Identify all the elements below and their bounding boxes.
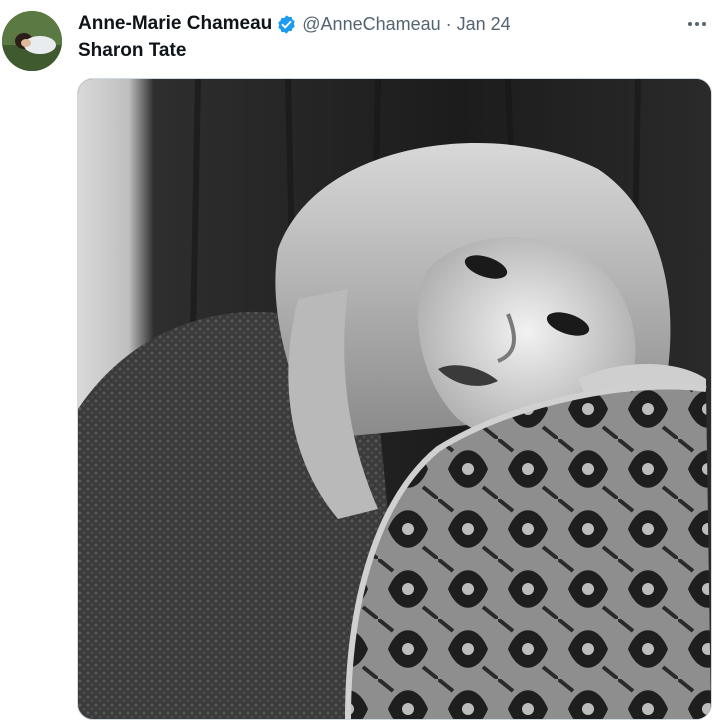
tweet-text: Sharon Tate <box>78 40 187 61</box>
more-options-button[interactable] <box>682 11 712 37</box>
photo-image <box>78 79 711 719</box>
tweet-timestamp[interactable]: Jan 24 <box>457 14 511 35</box>
verified-badge-icon <box>276 14 297 35</box>
author-handle[interactable]: @AnneChameau <box>302 14 440 35</box>
more-horizontal-icon <box>688 22 706 26</box>
avatar-photo <box>2 11 62 71</box>
tweet-media-photo[interactable] <box>77 78 712 720</box>
author-name[interactable]: Anne-Marie Chameau <box>78 13 272 35</box>
header-separator: · <box>445 13 452 34</box>
avatar[interactable] <box>2 11 62 71</box>
tweet-header: Anne-Marie Chameau @AnneChameau · Jan 24 <box>78 12 511 36</box>
